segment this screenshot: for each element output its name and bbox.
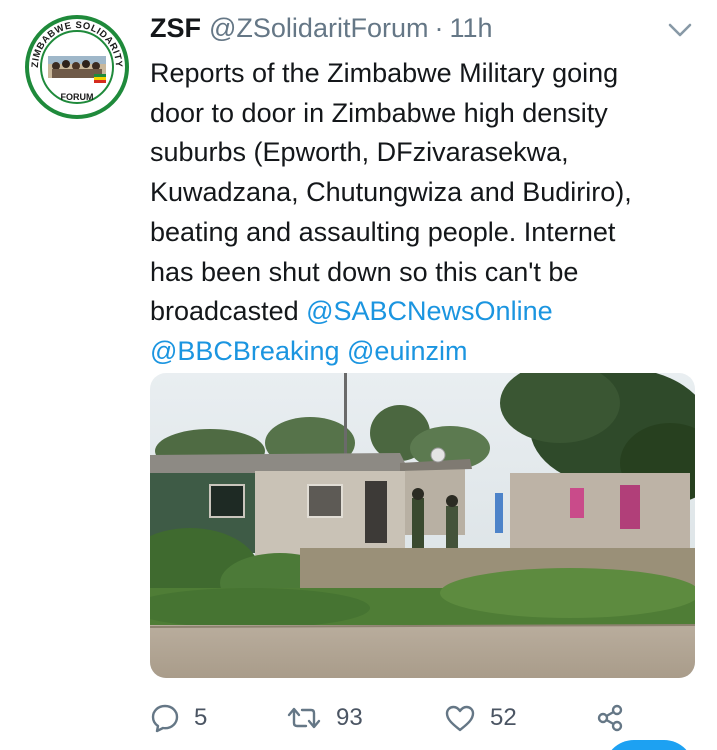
display-name[interactable]: ZSF [150,10,201,46]
reply-count: 5 [194,704,208,731]
mention-link[interactable]: @BBCBreaking [150,336,340,366]
retweet-icon [286,703,322,733]
like-button[interactable]: 52 [444,697,517,739]
tweet-header: ZSF @ZSolidaritForum · 11h [150,10,493,46]
retweet-count: 93 [336,704,363,731]
separator-dot: · [434,13,444,43]
tweet-card[interactable]: ZIMBABWE SOLIDARITY FORUM ZSF @ZSolidari… [0,0,717,750]
svg-text:FORUM: FORUM [61,92,94,102]
tweet-text: Reports of the Zimbabwe Military going d… [150,54,706,372]
chevron-down-icon[interactable] [666,20,694,40]
user-handle[interactable]: @ZSolidaritForum [209,10,428,46]
avatar[interactable]: ZIMBABWE SOLIDARITY FORUM [24,14,130,120]
reply-icon [150,703,180,733]
mention-link[interactable]: @euinzim [347,336,467,366]
like-icon [444,703,476,733]
zsf-logo: ZIMBABWE SOLIDARITY FORUM [24,14,130,120]
retweet-button[interactable]: 93 [286,697,363,739]
mention-link[interactable]: @SABCNewsOnline [306,296,553,326]
share-icon [594,703,626,733]
street-scene-image [150,373,695,678]
reply-button[interactable]: 5 [150,697,207,739]
tweet-photo[interactable] [150,373,695,678]
share-button[interactable] [594,697,626,739]
tweet-actions: 5 93 52 [150,697,710,739]
tweet-text-plain: Reports of the Zimbabwe Military going d… [150,58,632,327]
timestamp[interactable]: 11h [449,10,492,46]
like-count: 52 [490,704,517,731]
compose-button-edge[interactable] [604,740,694,750]
